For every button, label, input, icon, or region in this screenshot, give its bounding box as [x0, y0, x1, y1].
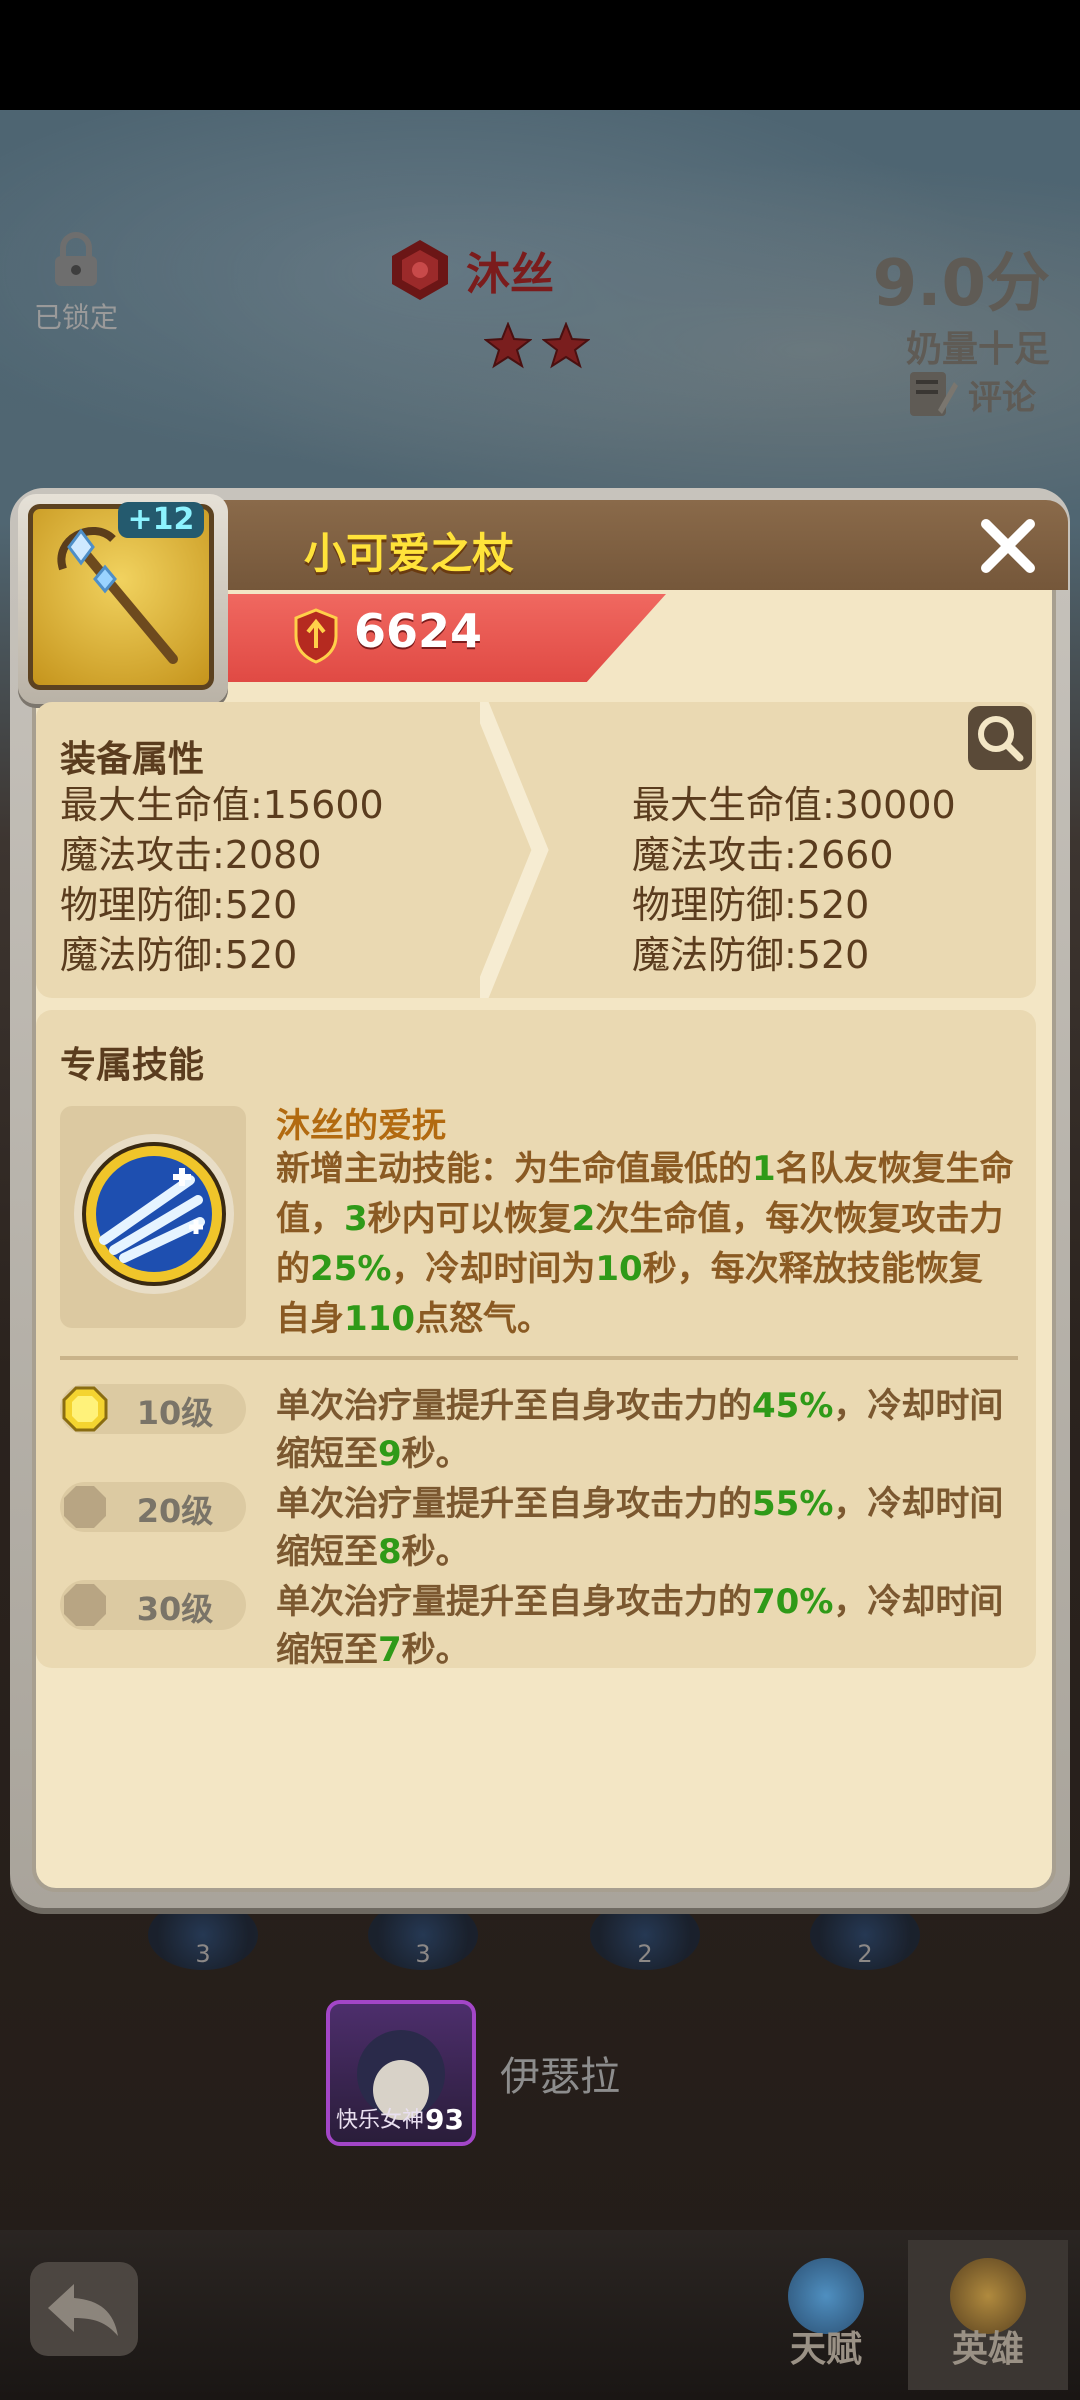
level-pill: 10级: [60, 1384, 246, 1434]
description-text: 新增主动技能：为生命值最低的: [276, 1149, 752, 1189]
lock-toggle[interactable]: 已锁定: [28, 232, 124, 336]
skill-slot: 2: [590, 1900, 700, 1970]
attr-magic-attack: 魔法攻击:2080: [60, 833, 322, 877]
score-comment: 奶量十足: [905, 329, 1050, 370]
friend-name: 伊瑟拉: [500, 2054, 620, 2100]
skill-name: 沐丝的爱抚: [276, 1106, 446, 1146]
hero-title: 沐丝: [388, 238, 554, 302]
skill-slot: 3: [368, 1900, 478, 1970]
inspect-button[interactable]: [968, 706, 1032, 770]
level-description: 单次治疗量提升至自身攻击力的45%，冷却时间缩短至9秒。: [276, 1386, 1004, 1474]
comment-icon: [910, 372, 958, 416]
hero-stars: [484, 322, 590, 370]
attr-magic-defense: 魔法防御:520: [60, 933, 298, 977]
star-icon: [484, 322, 532, 369]
hero-class-emblem-icon: [392, 240, 448, 300]
skill-header: 专属技能: [60, 1045, 205, 1086]
comment-button[interactable]: 评论: [904, 366, 1036, 422]
skill-slot: 3: [148, 1900, 258, 1970]
highlight-value: 25%: [310, 1249, 392, 1289]
tab-hero-label: 英雄: [951, 2329, 1024, 2370]
hero-name: 沐丝: [466, 249, 554, 300]
heal-skill-icon: [74, 1134, 234, 1294]
lock-icon: [55, 232, 97, 286]
back-button[interactable]: [30, 2262, 138, 2356]
attr-max-hp: 最大生命值:30000: [632, 783, 956, 827]
upgrade-arrow-icon: [480, 702, 549, 998]
description-text: 点怒气。: [414, 1299, 551, 1339]
level-description: 单次治疗量提升至自身攻击力的55%，冷却时间缩短至8秒。: [276, 1484, 1004, 1572]
item-name: 小可爱之杖: [304, 529, 515, 578]
score-value: 9.0分: [872, 247, 1050, 321]
description-text: 秒内可以恢复: [367, 1199, 572, 1239]
tab-hero[interactable]: 英雄: [908, 2240, 1068, 2390]
close-icon[interactable]: [970, 508, 1046, 584]
search-icon: [978, 716, 1024, 762]
attr-magic-defense: 魔法防御:520: [632, 933, 870, 977]
attr-magic-attack: 魔法攻击:2660: [632, 833, 894, 877]
highlight-value: 110: [344, 1299, 415, 1339]
highlight-value: 2: [571, 1199, 596, 1239]
power-value: 6624: [354, 604, 483, 658]
level-label: 30级: [136, 1590, 214, 1628]
level-label: 20级: [136, 1492, 214, 1530]
friend-level: 93: [425, 2103, 464, 2136]
attr-physical-defense: 物理防御:520: [60, 883, 298, 927]
level-active-gem-icon: [62, 1386, 108, 1432]
power-shield-icon: [294, 608, 338, 664]
highlight-value: 1: [752, 1149, 776, 1189]
attr-physical-defense: 物理防御:520: [632, 883, 870, 927]
highlight-value: 10: [595, 1249, 643, 1289]
tab-talent[interactable]: 天赋: [756, 2240, 896, 2390]
lock-label: 已锁定: [33, 301, 118, 334]
description-text: ，冷却时间为: [391, 1249, 596, 1289]
level-locked-gem-icon: [64, 1584, 106, 1626]
level-description: 单次治疗量提升至自身攻击力的70%，冷却时间缩短至7秒。: [276, 1582, 1004, 1670]
highlight-value: 3: [344, 1199, 368, 1239]
divider: [60, 1356, 1018, 1360]
current-attributes: 最大生命值:15600 魔法攻击:2080 物理防御:520 魔法防御:520: [60, 780, 384, 980]
level-label: 10级: [136, 1394, 214, 1432]
star-icon: [542, 322, 590, 369]
skill-description: 新增主动技能：为生命值最低的1名队友恢复生命值，3秒内可以恢复2次生命值，每次恢…: [276, 1144, 1016, 1344]
attr-max-hp: 最大生命值:15600: [60, 783, 384, 827]
background-skill-icons: 3 3 2 2: [140, 1900, 960, 1980]
tab-talent-label: 天赋: [789, 2329, 862, 2370]
item-level-badge: +12: [118, 502, 204, 538]
back-arrow-icon: [48, 2284, 118, 2336]
comment-label: 评论: [968, 377, 1036, 418]
hero-score: 9.0分 奶量十足: [873, 232, 1050, 372]
status-bar: [0, 0, 1080, 110]
next-attributes: 最大生命值:30000 魔法攻击:2660 物理防御:520 魔法防御:520: [632, 780, 956, 980]
level-locked-gem-icon: [64, 1486, 106, 1528]
skill-slot: 2: [810, 1900, 920, 1970]
level-pill: 30级: [60, 1580, 246, 1630]
level-pill: 20级: [60, 1482, 246, 1532]
friend-avatar[interactable]: 快乐女神 93: [326, 2000, 476, 2146]
friend-tag: 快乐女神: [336, 2108, 425, 2133]
attributes-title: 装备属性: [60, 739, 205, 780]
